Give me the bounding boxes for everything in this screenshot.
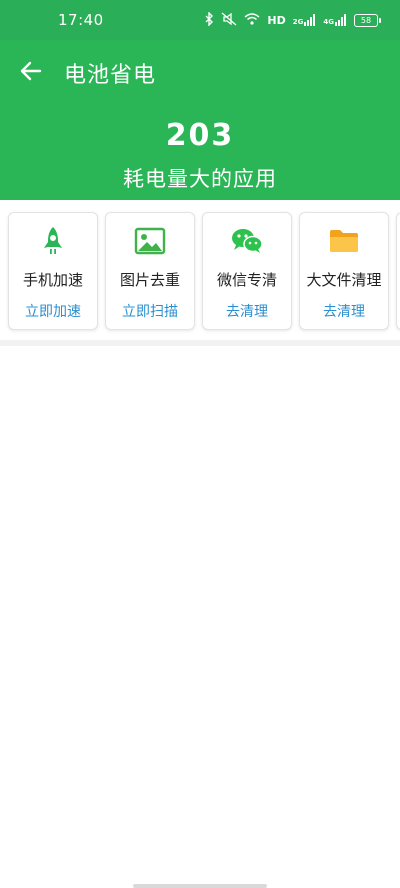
card-phone-boost[interactable]: 手机加速 立即加速 — [8, 212, 98, 330]
status-time: 17:40 — [58, 11, 104, 29]
header: 电池省电 203 耗电量大的应用 — [0, 40, 400, 200]
header-subtitle: 耗电量大的应用 — [123, 167, 277, 191]
home-indicator[interactable] — [133, 884, 267, 888]
folder-icon — [300, 225, 388, 257]
wifi-icon — [244, 12, 260, 28]
bluetooth-icon — [204, 10, 214, 29]
back-button[interactable] — [18, 58, 48, 84]
card-label: 手机加速 — [22, 271, 83, 289]
rocket-icon — [9, 225, 97, 257]
arrow-left-icon — [20, 61, 42, 81]
app-count: 203 — [165, 118, 235, 153]
battery-icon: 58 — [354, 13, 381, 27]
mute-icon — [221, 12, 237, 29]
card-photo-dedupe[interactable]: 图片去重 立即扫描 — [105, 212, 195, 330]
card-action[interactable]: 立即加速 — [9, 301, 97, 321]
hd-indicator: HD — [267, 13, 286, 27]
card-action[interactable]: 去清理 — [203, 301, 291, 321]
status-bar: 17:40 HD 2G 4G 58 — [0, 0, 400, 40]
wechat-icon — [203, 225, 291, 257]
feature-cards: 手机加速 立即加速 图片去重 立即扫描 微信专清 去清理 大文件清理 去清理 — [0, 200, 400, 340]
signal-2g-icon: 2G — [293, 14, 317, 26]
card-label: 大文件清理 — [306, 271, 382, 289]
card-next-partial[interactable] — [396, 212, 400, 330]
section-divider — [0, 340, 400, 346]
card-action[interactable]: 立即扫描 — [106, 301, 194, 321]
image-icon — [106, 225, 194, 257]
status-icons: HD 2G 4G 58 — [204, 10, 381, 30]
card-large-file-clean[interactable]: 大文件清理 去清理 — [299, 212, 389, 330]
card-action[interactable]: 去清理 — [300, 301, 388, 321]
card-label: 微信专清 — [216, 271, 277, 289]
page-title: 电池省电 — [64, 63, 157, 88]
card-wechat-clean[interactable]: 微信专清 去清理 — [202, 212, 292, 330]
card-label: 图片去重 — [119, 271, 180, 289]
signal-4g-icon: 4G — [323, 14, 347, 26]
